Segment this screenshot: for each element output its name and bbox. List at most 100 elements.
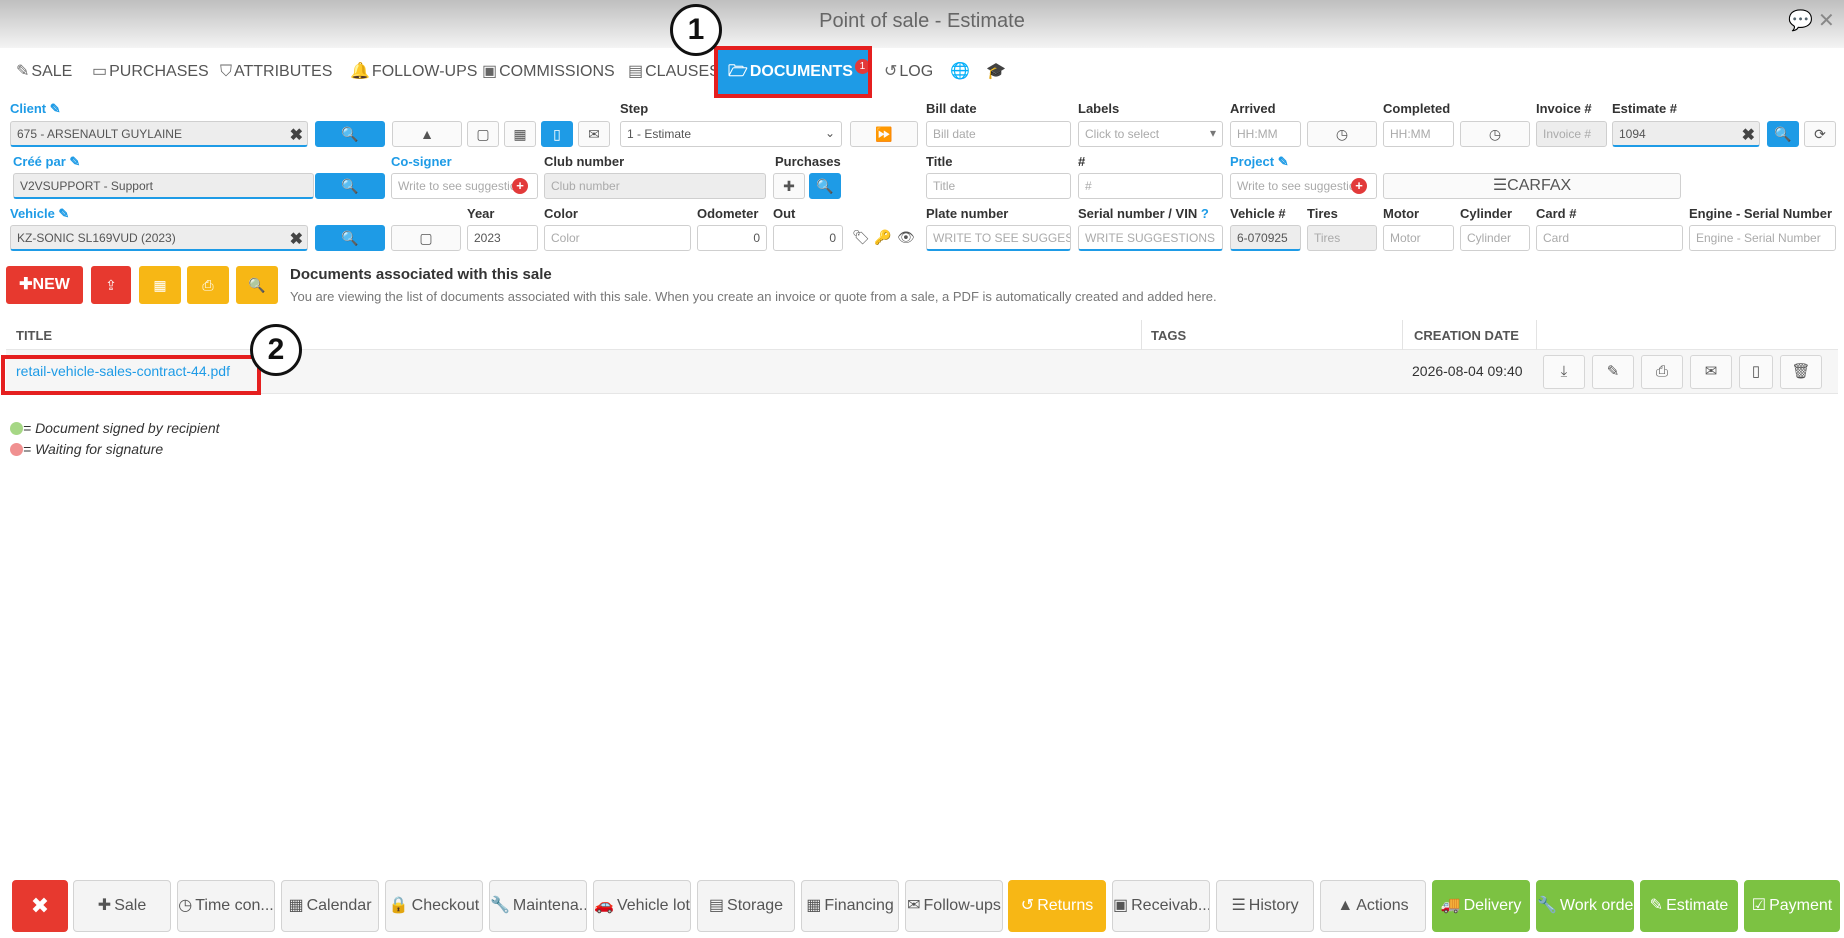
vehicle-label[interactable]: Vehicle ✎: [10, 206, 69, 222]
financing-button[interactable]: ▦ Financing: [801, 880, 899, 932]
tab-clauses[interactable]: ▤ CLAUSES: [628, 48, 720, 96]
tab-documents[interactable]: 🗁 DOCUMENTS 1: [714, 46, 872, 98]
delete-document-button[interactable]: 🗑: [1780, 355, 1822, 389]
tab-globe[interactable]: 🌐: [950, 48, 972, 96]
receivables-button[interactable]: ▣ Receivab...: [1112, 880, 1210, 932]
vehicle-lot-button[interactable]: 🚗 Vehicle lot: [593, 880, 691, 932]
cosigner-label[interactable]: Co-signer: [391, 154, 452, 169]
tab-follow-ups[interactable]: 🔔 FOLLOW-UPS: [350, 48, 477, 96]
add-cosigner-icon[interactable]: +: [512, 178, 528, 194]
title-input[interactable]: Title: [926, 173, 1071, 199]
time-con-button[interactable]: ◷ Time con...: [177, 880, 275, 932]
estimate-number-input[interactable]: 1094 ✖: [1612, 121, 1760, 147]
grid-view-button[interactable]: ▦: [139, 266, 181, 304]
calendar-button[interactable]: ▦: [504, 121, 536, 147]
add-purchase-button[interactable]: ✚: [773, 173, 805, 199]
title-label: Title: [926, 154, 953, 169]
client-search-button[interactable]: 🔍: [315, 121, 385, 147]
color-input[interactable]: Color: [544, 225, 691, 251]
add-project-icon[interactable]: +: [1351, 178, 1367, 194]
cree-par-input[interactable]: V2VSUPPORT - Support: [13, 173, 314, 199]
eye-icon[interactable]: 👁: [897, 229, 915, 246]
download-button[interactable]: ⤓: [1543, 355, 1585, 389]
purchases-search-button[interactable]: 🔍: [809, 173, 841, 199]
print-button[interactable]: ⎙: [187, 266, 229, 304]
completed-clock-button[interactable]: ◷: [1460, 121, 1530, 147]
print-document-button[interactable]: ⎙: [1641, 355, 1683, 389]
clear-vehicle-icon[interactable]: ✖: [290, 229, 303, 249]
work-order-button[interactable]: 🔧 Work order: [1536, 880, 1634, 932]
sms-document-button[interactable]: ▯: [1739, 355, 1773, 389]
estimate-button[interactable]: ✎ Estimate: [1640, 880, 1738, 932]
followups-button[interactable]: ✉ Follow-ups: [905, 880, 1003, 932]
tab-purchases[interactable]: ▭ PURCHASES: [92, 48, 209, 96]
hash-input[interactable]: #: [1078, 173, 1223, 199]
history-button[interactable]: ☰ History: [1216, 880, 1314, 932]
tab-sale[interactable]: ✎ SALE: [16, 48, 72, 96]
invoice-number-input[interactable]: Invoice #: [1536, 121, 1607, 147]
tab-attributes[interactable]: ⛉ ATTRIBUTES: [220, 48, 332, 96]
checkout-button[interactable]: 🔒 Checkout: [385, 880, 483, 932]
clear-client-icon[interactable]: ✖: [290, 125, 303, 145]
mobile-button[interactable]: ▯: [541, 121, 573, 147]
document-creation-date: 2026-08-04 09:40: [1412, 363, 1523, 379]
note-icon: ▢: [419, 230, 433, 246]
refresh-button[interactable]: ⟳: [1804, 121, 1836, 147]
arrived-clock-button[interactable]: ◷: [1307, 121, 1377, 147]
bill-date-input[interactable]: Bill date: [926, 121, 1071, 147]
estimate-search-button[interactable]: 🔍: [1767, 121, 1799, 147]
motor-input[interactable]: Motor: [1383, 225, 1454, 251]
note-button[interactable]: ▢: [467, 121, 499, 147]
chat-icon[interactable]: 💬: [1788, 8, 1813, 33]
sale-button[interactable]: ✚ Sale: [73, 880, 171, 932]
year-input[interactable]: 2023: [467, 225, 538, 251]
cree-par-search-button[interactable]: 🔍: [315, 173, 385, 199]
maintenance-button[interactable]: 🔧 Maintena...: [489, 880, 587, 932]
email-document-button[interactable]: ✉: [1690, 355, 1732, 389]
tag-icon[interactable]: 🏷: [852, 229, 870, 246]
odometer-input[interactable]: 0: [697, 225, 767, 251]
tab-training[interactable]: 🎓: [986, 48, 1008, 96]
card-number-input[interactable]: Card: [1536, 225, 1683, 251]
project-label[interactable]: Project ✎: [1230, 154, 1289, 170]
cree-par-label[interactable]: Créé par ✎: [13, 154, 80, 170]
search-documents-button[interactable]: 🔍: [236, 266, 278, 304]
plate-number-input[interactable]: WRITE TO SEE SUGGESTIONS: [926, 225, 1071, 251]
tires-input[interactable]: Tires: [1307, 225, 1377, 251]
vehicle-input[interactable]: KZ-SONIC SL169VUD (2023) ✖: [10, 225, 308, 251]
step-select[interactable]: 1 - Estimate ⌄: [620, 121, 842, 147]
edit-button[interactable]: ✎: [1592, 355, 1634, 389]
client-input[interactable]: 675 - ARSENAULT GUYLAINE ✖: [10, 121, 308, 147]
carfax-button[interactable]: ☰CARFAX: [1383, 173, 1681, 199]
completed-input[interactable]: HH:MM: [1383, 121, 1454, 147]
vehicle-search-button[interactable]: 🔍: [315, 225, 385, 251]
close-icon[interactable]: ✕: [1818, 8, 1835, 33]
vehicle-note-button[interactable]: ▢: [391, 225, 461, 251]
out-input[interactable]: 0: [773, 225, 843, 251]
tab-log[interactable]: ↺ LOG: [884, 48, 933, 96]
delivery-button[interactable]: 🚚 Delivery: [1432, 880, 1530, 932]
engine-serial-input[interactable]: Engine - Serial Number: [1689, 225, 1836, 251]
labels-select[interactable]: Click to select ▾: [1078, 121, 1223, 147]
storage-button[interactable]: ▤ Storage: [697, 880, 795, 932]
cylinder-input[interactable]: Cylinder: [1460, 225, 1530, 251]
new-document-button[interactable]: ✚NEW: [6, 266, 83, 304]
vehicle-number-input[interactable]: 6-070925: [1230, 225, 1301, 251]
clear-estimate-icon[interactable]: ✖: [1742, 125, 1755, 145]
actions-button[interactable]: ▲ Actions: [1320, 880, 1426, 932]
client-label[interactable]: Client ✎: [10, 101, 61, 117]
returns-button[interactable]: ↺ Returns: [1008, 880, 1106, 932]
serial-vin-input[interactable]: WRITE SUGGESTIONS: [1078, 225, 1223, 251]
help-icon[interactable]: ?: [1201, 206, 1209, 221]
calendar-bottom-button[interactable]: ▦ Calendar: [281, 880, 379, 932]
tab-commissions[interactable]: ▣ COMMISSIONS: [482, 48, 615, 96]
upload-button[interactable]: ⇪: [91, 266, 131, 304]
email-button[interactable]: ✉: [578, 121, 610, 147]
arrived-input[interactable]: HH:MM: [1230, 121, 1301, 147]
close-button[interactable]: ✖: [12, 880, 68, 932]
club-number-input[interactable]: Club number: [544, 173, 766, 199]
next-step-button[interactable]: ⏩: [850, 121, 918, 147]
road-button[interactable]: ▲: [392, 121, 462, 147]
payment-button[interactable]: ☑ Payment: [1744, 880, 1840, 932]
key-icon[interactable]: 🔑: [874, 229, 891, 246]
